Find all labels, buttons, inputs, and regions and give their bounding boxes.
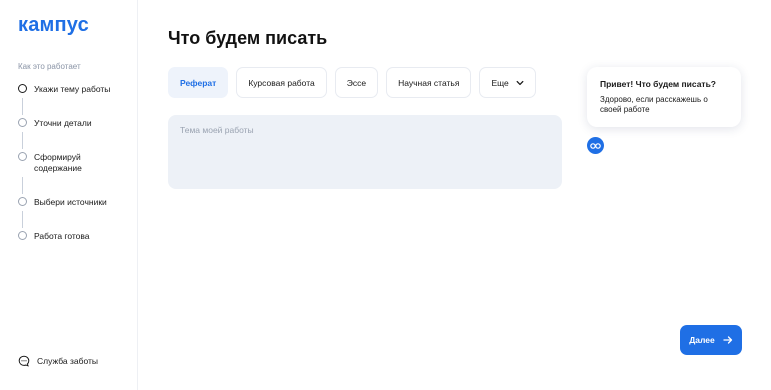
step-label: Сформируй содержание	[34, 152, 82, 173]
page-title: Что будем писать	[168, 28, 328, 48]
step-connector	[22, 98, 23, 115]
tab-referat[interactable]: Реферат	[168, 67, 229, 98]
sidebar: кампус Как это работает Укажи тему работ…	[0, 0, 138, 390]
tab-more[interactable]: Еще	[479, 67, 536, 98]
next-button-label: Далее	[689, 335, 715, 345]
assistant-greeting-title: Привет! Что будем писать?	[600, 79, 716, 89]
tab-label: Реферат	[180, 77, 217, 88]
tab-label: Научная статья	[398, 77, 460, 88]
tab-label: Эссе	[346, 77, 367, 88]
tab-scientific-article[interactable]: Научная статья	[386, 67, 472, 98]
step-done: Работа готова	[18, 231, 136, 242]
chevron-down-icon	[516, 80, 524, 85]
step-connector	[22, 177, 23, 194]
step-circle	[18, 118, 27, 127]
tab-label: Курсовая работа	[248, 77, 315, 88]
topic-input[interactable]	[168, 115, 562, 189]
step-connector	[22, 211, 23, 228]
step-label: Уточни детали	[34, 118, 92, 128]
step-sources: Выбери источники	[18, 197, 136, 208]
tab-essay[interactable]: Эссе	[334, 67, 379, 98]
bot-avatar-icon	[587, 137, 604, 154]
assistant-greeting-text: Здорово, если расскажешь о своей работе	[600, 95, 708, 114]
step-circle-active	[18, 84, 27, 93]
logo[interactable]: кампус	[18, 14, 89, 37]
step-circle	[18, 231, 27, 240]
arrow-right-icon	[723, 336, 732, 344]
step-contents: Сформируй содержание	[18, 152, 136, 174]
assistant-message: Привет! Что будем писать? Здорово, если …	[587, 67, 741, 127]
tab-coursework[interactable]: Курсовая работа	[236, 67, 327, 98]
step-label: Укажи тему работы	[34, 84, 111, 94]
steps-list: Укажи тему работы Уточни детали Сформиру…	[18, 84, 136, 242]
work-type-tabs: Реферат Курсовая работа Эссе Научная ста…	[168, 67, 544, 98]
support-link[interactable]: Служба заботы	[18, 355, 98, 367]
step-label: Работа готова	[34, 231, 90, 241]
next-button[interactable]: Далее	[680, 325, 742, 355]
step-connector	[22, 132, 23, 149]
bot-eyes-icon	[590, 142, 601, 149]
step-details: Уточни детали	[18, 118, 136, 129]
step-label: Выбери источники	[34, 197, 107, 207]
tab-label: Еще	[491, 77, 509, 88]
chat-icon	[18, 355, 30, 367]
step-circle	[18, 197, 27, 206]
support-label: Служба заботы	[37, 356, 99, 366]
step-topic: Укажи тему работы	[18, 84, 136, 95]
how-it-works-title: Как это работает	[18, 62, 81, 71]
step-circle	[18, 152, 27, 161]
